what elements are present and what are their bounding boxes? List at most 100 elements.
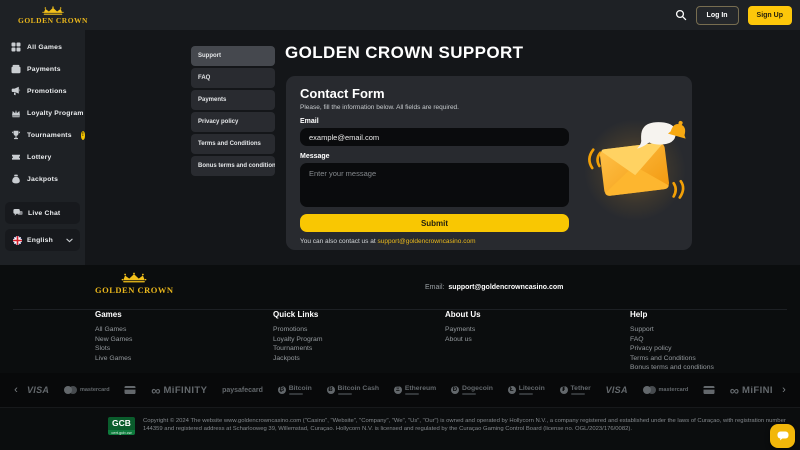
footer-column-title: Games xyxy=(95,310,122,319)
payment-logo-tether: ₮ Tether xyxy=(559,385,591,395)
footer-email-value[interactable]: support@goldencrowncasino.com xyxy=(448,284,563,291)
mastercard-circles-icon xyxy=(63,386,77,394)
sidebar-item-loyalty-program[interactable]: Loyalty Program xyxy=(0,102,85,124)
footer-link-slots[interactable]: Slots xyxy=(95,345,132,352)
footer-link-payments[interactable]: Payments xyxy=(445,326,481,333)
support-email-link[interactable]: support@goldencrowncasino.com xyxy=(377,238,475,245)
footer-link-terms[interactable]: Terms and Conditions xyxy=(630,355,714,362)
payment-logo-mifinity: ∞ MiFINITY xyxy=(151,384,208,396)
footer-link-jackpots[interactable]: Jackpots xyxy=(273,355,323,362)
payment-logo-mastercard: mastercard xyxy=(642,386,688,394)
footer-link-new-games[interactable]: New Games xyxy=(95,336,132,343)
footer-brand-logo[interactable]: GOLDEN CROWN xyxy=(95,272,174,295)
chevron-down-icon xyxy=(66,238,73,243)
ticket-icon xyxy=(11,152,21,162)
sidebar-item-promotions[interactable]: Promotions xyxy=(0,80,85,102)
payment-methods-carousel: ‹ VISA mastercard ∞ MiFINITY paysafecard … xyxy=(0,373,800,407)
payment-logo-paysafecard: paysafecard xyxy=(222,386,263,394)
contact-form-card: Contact Form Please, fill the informatio… xyxy=(286,76,692,250)
sidebar-item-tournaments[interactable]: Tournaments ! xyxy=(0,124,85,146)
carousel-prev-icon[interactable]: ‹ xyxy=(10,384,22,396)
gcb-license-seal[interactable]: GCB cert.gcb.cw xyxy=(108,417,135,435)
payment-logo-ethereum: Ξ Ethereum xyxy=(393,385,436,395)
sidebar-item-lottery[interactable]: Lottery xyxy=(0,146,85,168)
signup-button[interactable]: Sign Up xyxy=(747,5,792,25)
message-field[interactable] xyxy=(300,163,569,207)
sidebar-item-label: All Games xyxy=(27,43,63,51)
sidebar-item-label: Tournaments xyxy=(27,131,72,139)
footer-column-quick-links: Quick Links Promotions Loyalty Program T… xyxy=(273,310,323,364)
infinity-icon: ∞ xyxy=(151,384,161,396)
footer-link-live-games[interactable]: Live Games xyxy=(95,355,132,362)
support-tab-terms[interactable]: Terms and Conditions xyxy=(191,134,275,154)
bank-card-icon xyxy=(124,385,136,395)
payment-logo-litecoin: Ł Litecoin xyxy=(507,385,545,395)
footer-link-promotions[interactable]: Promotions xyxy=(273,326,323,333)
bank-card-icon xyxy=(703,385,715,395)
live-chat-fab[interactable] xyxy=(770,424,795,448)
sidebar-item-label: Lottery xyxy=(27,153,52,161)
support-tab-support[interactable]: Support xyxy=(191,46,275,66)
footer-link-faq[interactable]: FAQ xyxy=(630,336,714,343)
footer-email-label: Email: xyxy=(425,284,445,291)
moneybag-icon xyxy=(11,174,21,184)
main-content: Support FAQ Payments Privacy policy Term… xyxy=(85,30,800,265)
footer-link-support[interactable]: Support xyxy=(630,326,714,333)
tether-icon: ₮ xyxy=(559,386,568,394)
footer-column-title: About Us xyxy=(445,310,481,319)
litecoin-icon: Ł xyxy=(507,386,516,394)
footer-column-title: Quick Links xyxy=(273,310,319,319)
payment-logo-bitcoin: ₿ Bitcoin xyxy=(277,385,312,395)
payment-logo-mastercard: mastercard xyxy=(63,386,110,394)
footer: GOLDEN CROWN Email: support@goldencrownc… xyxy=(0,265,800,450)
sidebar-item-label: Jackpots xyxy=(27,175,59,183)
footer-column-title: Help xyxy=(630,310,648,319)
gcb-seal-text: GCB xyxy=(108,417,135,430)
brand-name: GOLDEN CROWN xyxy=(18,15,88,25)
envelope-illustration xyxy=(584,119,686,220)
sidebar-item-payments[interactable]: Payments xyxy=(0,58,85,80)
footer-link-tournaments[interactable]: Tournaments xyxy=(273,345,323,352)
wallet-icon xyxy=(11,64,21,74)
infinity-icon: ∞ xyxy=(729,384,740,396)
tournaments-badge: ! xyxy=(80,130,85,140)
copyright-text: Copyright © 2024 The website www.goldenc… xyxy=(143,418,786,432)
dogecoin-icon: Ð xyxy=(450,386,459,394)
footer-link-about-us[interactable]: About us xyxy=(445,336,481,343)
footer-link-loyalty-program[interactable]: Loyalty Program xyxy=(273,336,323,343)
brand-logo[interactable]: GOLDEN CROWN xyxy=(18,6,88,25)
email-field[interactable] xyxy=(300,128,569,146)
ethereum-icon: Ξ xyxy=(393,386,402,394)
search-icon[interactable] xyxy=(675,9,687,21)
support-tab-payments[interactable]: Payments xyxy=(191,90,275,110)
contact-form-subtitle: Please, fill the information below. All … xyxy=(300,104,459,111)
top-bar: GOLDEN CROWN Log In Sign Up xyxy=(0,0,800,30)
sidebar-item-jackpots[interactable]: Jackpots xyxy=(0,168,85,190)
trophy-icon xyxy=(11,130,21,140)
footer-column-games: Games All Games New Games Slots Live Gam… xyxy=(95,310,132,364)
page: GOLDEN CROWN Log In Sign Up All Games Pa… xyxy=(0,0,800,450)
footer-link-all-games[interactable]: All Games xyxy=(95,326,132,333)
sidebar-item-all-games[interactable]: All Games xyxy=(0,36,85,58)
footer-divider xyxy=(0,407,800,408)
megaphone-icon xyxy=(11,86,21,96)
footer-link-privacy-policy[interactable]: Privacy policy xyxy=(630,345,714,352)
language-selector[interactable]: English xyxy=(5,229,80,251)
footer-link-bonus-terms[interactable]: Bonus terms and conditions xyxy=(630,364,714,371)
support-tab-faq[interactable]: FAQ xyxy=(191,68,275,88)
bitcoin-icon: ₿ xyxy=(277,386,286,394)
bitcoin-cash-icon: Ƀ xyxy=(326,386,335,394)
sidebar-item-label: Loyalty Program xyxy=(27,109,84,117)
language-label: English xyxy=(27,236,53,244)
login-button[interactable]: Log In xyxy=(695,5,739,25)
payment-logo-visa: VISA xyxy=(605,385,628,395)
submit-button[interactable]: Submit xyxy=(300,214,569,232)
mastercard-circles-icon xyxy=(642,386,656,394)
support-tab-privacy-policy[interactable]: Privacy policy xyxy=(191,112,275,132)
payment-logo-bitcoin-cash: Ƀ Bitcoin Cash xyxy=(326,385,380,395)
support-tab-bonus-terms[interactable]: Bonus terms and conditions xyxy=(191,156,275,176)
live-chat-button[interactable]: Live Chat xyxy=(5,202,80,224)
carousel-next-icon[interactable]: › xyxy=(778,384,790,396)
gcb-seal-subtext: cert.gcb.cw xyxy=(108,430,135,435)
grid-icon xyxy=(11,42,21,52)
